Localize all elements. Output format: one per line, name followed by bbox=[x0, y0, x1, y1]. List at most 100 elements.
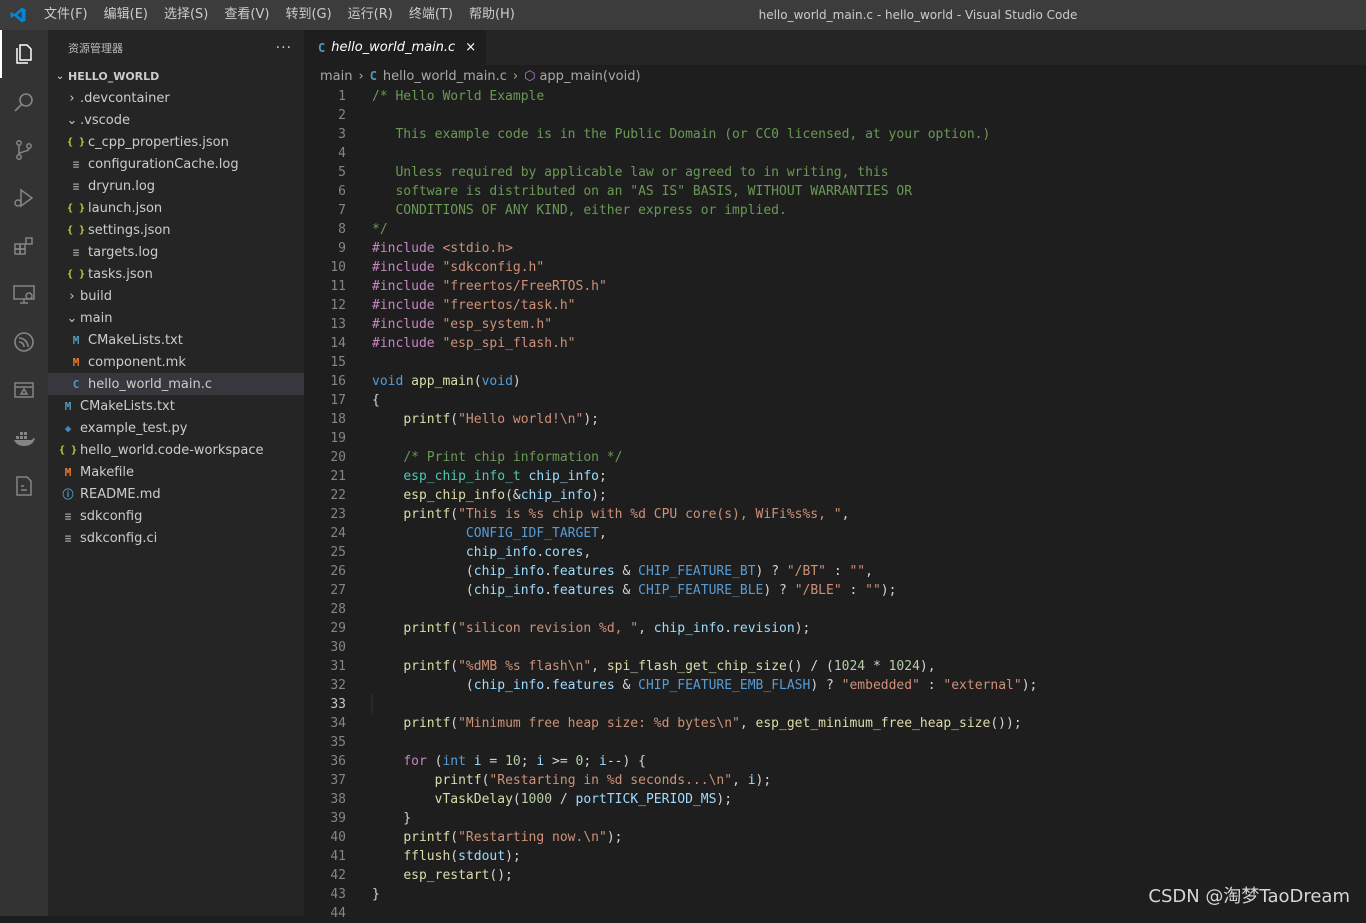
tree-file[interactable]: ◆ example_test.py bbox=[48, 417, 304, 439]
log-file-icon: ≡ bbox=[72, 179, 80, 193]
code-line[interactable]: 24 CONFIG_IDF_TARGET, bbox=[304, 524, 1366, 543]
code-line[interactable]: 20 /* Print chip information */ bbox=[304, 448, 1366, 467]
code-line[interactable]: 15 bbox=[304, 353, 1366, 372]
code-line[interactable]: 14 #include "esp_spi_flash.h" bbox=[304, 334, 1366, 353]
menu-item[interactable]: 文件(F) bbox=[36, 0, 96, 30]
tree-file[interactable]: { } settings.json bbox=[48, 219, 304, 241]
tree-file[interactable]: { } hello_world.code-workspace bbox=[48, 439, 304, 461]
terminal-panel-icon[interactable] bbox=[0, 366, 48, 414]
code-line[interactable]: 13 #include "esp_system.h" bbox=[304, 315, 1366, 334]
code-line[interactable]: 16 void app_main(void) bbox=[304, 372, 1366, 391]
code-line[interactable]: 5 Unless required by applicable law or a… bbox=[304, 163, 1366, 182]
code-line[interactable]: 31 printf("%dMB %s flash\n", spi_flash_g… bbox=[304, 657, 1366, 676]
tree-item-label: .devcontainer bbox=[80, 90, 170, 106]
code-line[interactable]: 32 (chip_info.features & CHIP_FEATURE_EM… bbox=[304, 676, 1366, 695]
code-line[interactable]: 28 bbox=[304, 600, 1366, 619]
code-line[interactable]: 30 bbox=[304, 638, 1366, 657]
tree-folder[interactable]: ⌄ main bbox=[48, 307, 304, 329]
line-number: 38 bbox=[330, 792, 346, 807]
menu-item[interactable]: 选择(S) bbox=[156, 0, 216, 30]
close-icon[interactable]: × bbox=[465, 40, 476, 55]
tree-file[interactable]: ≡ configurationCache.log bbox=[48, 153, 304, 175]
code-line[interactable]: 9 #include <stdio.h> bbox=[304, 239, 1366, 258]
menu-item[interactable]: 终端(T) bbox=[401, 0, 461, 30]
remote-explorer-icon[interactable] bbox=[0, 270, 48, 318]
code-line[interactable]: 3 This example code is in the Public Dom… bbox=[304, 125, 1366, 144]
c-file-icon: C bbox=[72, 377, 80, 391]
tree-file[interactable]: M CMakeLists.txt bbox=[48, 329, 304, 351]
code-line[interactable]: 38 vTaskDelay(1000 / portTICK_PERIOD_MS)… bbox=[304, 790, 1366, 809]
code-line[interactable]: 6 software is distributed on an "AS IS" … bbox=[304, 182, 1366, 201]
code-line[interactable]: 7 CONDITIONS OF ANY KIND, either express… bbox=[304, 201, 1366, 220]
code-line[interactable]: 12 #include "freertos/task.h" bbox=[304, 296, 1366, 315]
code-text: CONFIG_IDF_TARGET, bbox=[465, 526, 607, 541]
code-line[interactable]: 18 printf("Hello world!\n"); bbox=[304, 410, 1366, 429]
cmake-file-icon: M bbox=[64, 399, 72, 413]
code-line[interactable]: 35 bbox=[304, 733, 1366, 752]
tree-folder[interactable]: ⌄ .vscode bbox=[48, 109, 304, 131]
menu-item[interactable]: 运行(R) bbox=[340, 0, 401, 30]
code-text: #include "freertos/task.h" bbox=[372, 298, 576, 313]
code-line[interactable]: 11 #include "freertos/FreeRTOS.h" bbox=[304, 277, 1366, 296]
explorer-icon[interactable] bbox=[0, 30, 48, 78]
code-line[interactable]: 10 #include "sdkconfig.h" bbox=[304, 258, 1366, 277]
tab-hello-world-main[interactable]: C hello_world_main.c × bbox=[304, 30, 487, 65]
tree-file[interactable]: Mcomponent.mk bbox=[48, 351, 304, 373]
code-line[interactable]: 25 chip_info.cores, bbox=[304, 543, 1366, 562]
code-line[interactable]: 33 bbox=[304, 695, 1366, 714]
tree-item-label: component.mk bbox=[88, 354, 186, 370]
breadcrumb-symbol[interactable]: app_main(void) bbox=[539, 69, 640, 84]
tree-file[interactable]: ≡ targets.log bbox=[48, 241, 304, 263]
code-line[interactable]: 36 for (int i = 10; i >= 0; i--) { bbox=[304, 752, 1366, 771]
tree-folder[interactable]: › .devcontainer bbox=[48, 87, 304, 109]
code-line[interactable]: 40 printf("Restarting now.\n"); bbox=[304, 828, 1366, 847]
code-line[interactable]: 29 printf("silicon revision %d, ", chip_… bbox=[304, 619, 1366, 638]
espressif-icon[interactable] bbox=[0, 318, 48, 366]
code-line[interactable]: 4 bbox=[304, 144, 1366, 163]
menu-item[interactable]: 编辑(E) bbox=[96, 0, 156, 30]
code-line[interactable]: 23 printf("This is %s chip with %d CPU c… bbox=[304, 505, 1366, 524]
docker-icon[interactable] bbox=[0, 414, 48, 462]
run-debug-icon[interactable] bbox=[0, 174, 48, 222]
code-editor[interactable]: 1/* Hello World Example 2 3 This example c… bbox=[304, 87, 1366, 923]
cmake-icon[interactable] bbox=[0, 462, 48, 510]
menu-item[interactable]: 查看(V) bbox=[216, 0, 277, 30]
code-line[interactable]: 1 /* Hello World Example bbox=[304, 87, 1366, 106]
code-line[interactable]: 21 esp_chip_info_t chip_info; bbox=[304, 467, 1366, 486]
menu-item[interactable]: 转到(G) bbox=[277, 0, 339, 30]
code-line[interactable]: 17 { bbox=[304, 391, 1366, 410]
tree-file[interactable]: M CMakeLists.txt bbox=[48, 395, 304, 417]
tree-file[interactable]: M Makefile bbox=[48, 461, 304, 483]
code-line[interactable]: 41 fflush(stdout); bbox=[304, 847, 1366, 866]
code-line[interactable]: 37 printf("Restarting in %d seconds...\n… bbox=[304, 771, 1366, 790]
search-icon[interactable] bbox=[0, 78, 48, 126]
extensions-icon[interactable] bbox=[0, 222, 48, 270]
line-number: 8 bbox=[338, 222, 346, 237]
tree-file[interactable]: ≡ sdkconfig.ci bbox=[48, 527, 304, 549]
workspace-section[interactable]: ⌄ HELLO_WORLD bbox=[48, 65, 304, 87]
tree-file[interactable]: ⓘ README.md bbox=[48, 483, 304, 505]
code-line[interactable]: 26 (chip_info.features & CHIP_FEATURE_BT… bbox=[304, 562, 1366, 581]
json-file-icon: { } bbox=[66, 202, 86, 214]
breadcrumb-file[interactable]: hello_world_main.c bbox=[383, 69, 507, 84]
code-line[interactable]: 34 printf("Minimum free heap size: %d by… bbox=[304, 714, 1366, 733]
breadcrumb-folder[interactable]: main bbox=[320, 69, 352, 84]
tree-file[interactable]: { } launch.json bbox=[48, 197, 304, 219]
code-line[interactable]: 22 esp_chip_info(&chip_info); bbox=[304, 486, 1366, 505]
more-actions-icon[interactable]: ··· bbox=[276, 40, 292, 56]
code-line[interactable]: 2 bbox=[304, 106, 1366, 125]
title-bar: 文件(F) 编辑(E) 选择(S) 查看(V) 转到(G) 运行(R) 终端(T) 帮助(H)… bbox=[0, 0, 1366, 30]
code-line[interactable]: 39 } bbox=[304, 809, 1366, 828]
code-line[interactable]: 19 bbox=[304, 429, 1366, 448]
code-line[interactable]: 27 (chip_info.features & CHIP_FEATURE_BL… bbox=[304, 581, 1366, 600]
menu-item[interactable]: 帮助(H) bbox=[461, 0, 523, 30]
tree-file[interactable]: { } tasks.json bbox=[48, 263, 304, 285]
tree-folder[interactable]: › build bbox=[48, 285, 304, 307]
tree-file[interactable]: ≡ sdkconfig bbox=[48, 505, 304, 527]
line-number: 36 bbox=[330, 754, 346, 769]
tree-file[interactable]: { } c_cpp_properties.json bbox=[48, 131, 304, 153]
source-control-icon[interactable] bbox=[0, 126, 48, 174]
tree-file[interactable]: ≡ dryrun.log bbox=[48, 175, 304, 197]
tree-file[interactable]: Chello_world_main.c bbox=[48, 373, 304, 395]
code-line[interactable]: 8 */ bbox=[304, 220, 1366, 239]
